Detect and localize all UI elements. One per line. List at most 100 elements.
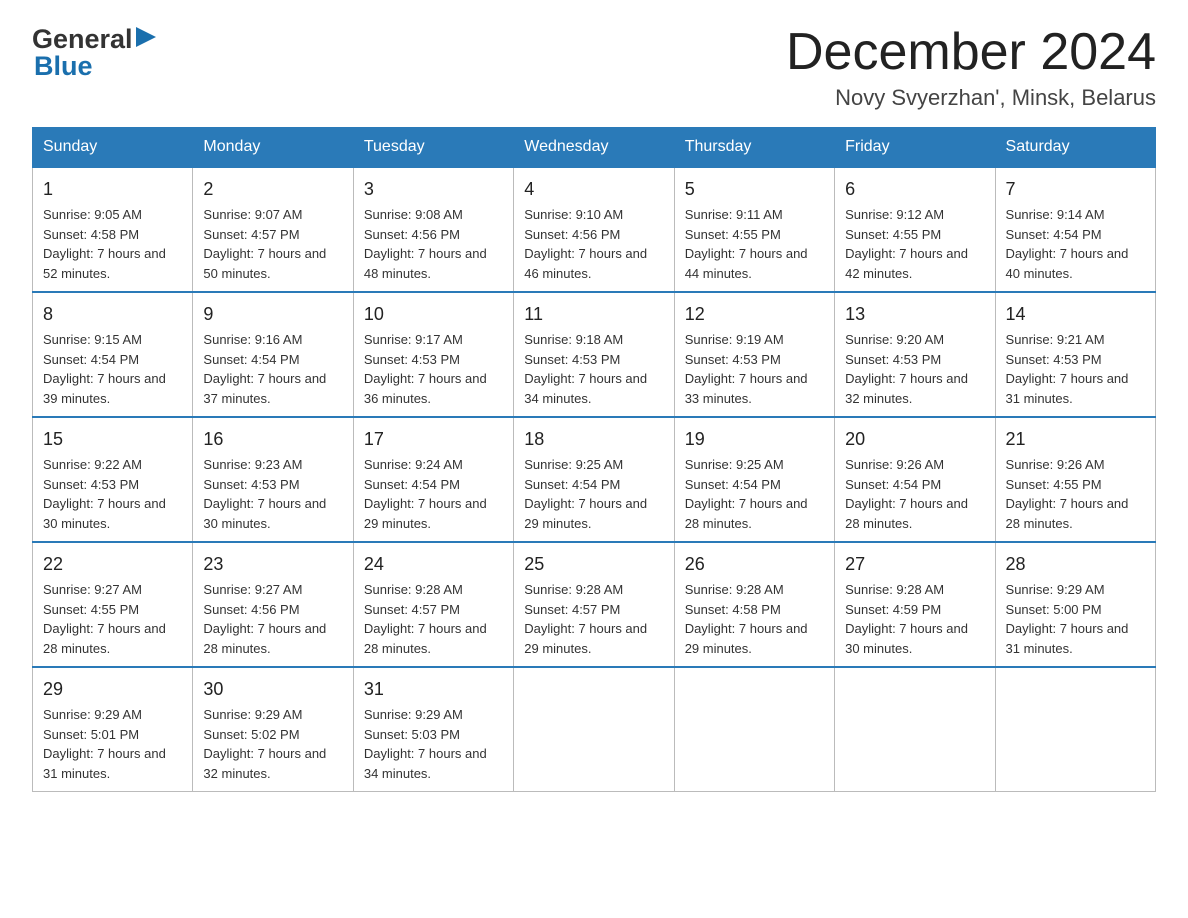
sunrise-text: Sunrise: 9:10 AM <box>524 207 623 222</box>
daylight-text: Daylight: 7 hours and 28 minutes. <box>685 496 808 531</box>
sunset-text: Sunset: 4:59 PM <box>845 602 941 617</box>
calendar-cell: 20Sunrise: 9:26 AMSunset: 4:54 PMDayligh… <box>835 417 995 542</box>
day-number: 16 <box>203 426 342 453</box>
sunrise-text: Sunrise: 9:14 AM <box>1006 207 1105 222</box>
calendar-week-row: 8Sunrise: 9:15 AMSunset: 4:54 PMDaylight… <box>33 292 1156 417</box>
daylight-text: Daylight: 7 hours and 34 minutes. <box>364 746 487 781</box>
day-number: 23 <box>203 551 342 578</box>
daylight-text: Daylight: 7 hours and 30 minutes. <box>203 496 326 531</box>
sunset-text: Sunset: 5:02 PM <box>203 727 299 742</box>
sunset-text: Sunset: 4:53 PM <box>364 352 460 367</box>
month-title: December 2024 <box>786 24 1156 81</box>
daylight-text: Daylight: 7 hours and 32 minutes. <box>845 371 968 406</box>
sunset-text: Sunset: 4:53 PM <box>43 477 139 492</box>
logo-triangle-icon <box>136 27 156 47</box>
day-number: 12 <box>685 301 824 328</box>
sunset-text: Sunset: 4:53 PM <box>524 352 620 367</box>
sunset-text: Sunset: 4:54 PM <box>43 352 139 367</box>
calendar-cell <box>514 667 674 792</box>
day-number: 2 <box>203 176 342 203</box>
day-number: 15 <box>43 426 182 453</box>
calendar-cell: 31Sunrise: 9:29 AMSunset: 5:03 PMDayligh… <box>353 667 513 792</box>
daylight-text: Daylight: 7 hours and 31 minutes. <box>1006 621 1129 656</box>
daylight-text: Daylight: 7 hours and 29 minutes. <box>364 496 487 531</box>
sunrise-text: Sunrise: 9:29 AM <box>1006 582 1105 597</box>
calendar-cell: 23Sunrise: 9:27 AMSunset: 4:56 PMDayligh… <box>193 542 353 667</box>
day-number: 18 <box>524 426 663 453</box>
sunset-text: Sunset: 4:54 PM <box>845 477 941 492</box>
sunrise-text: Sunrise: 9:05 AM <box>43 207 142 222</box>
sunrise-text: Sunrise: 9:08 AM <box>364 207 463 222</box>
calendar-body: 1Sunrise: 9:05 AMSunset: 4:58 PMDaylight… <box>33 167 1156 792</box>
title-block: December 2024 Novy Svyerzhan', Minsk, Be… <box>786 24 1156 111</box>
day-number: 31 <box>364 676 503 703</box>
sunrise-text: Sunrise: 9:20 AM <box>845 332 944 347</box>
sunset-text: Sunset: 4:54 PM <box>1006 227 1102 242</box>
calendar-cell: 6Sunrise: 9:12 AMSunset: 4:55 PMDaylight… <box>835 167 995 292</box>
calendar-cell <box>995 667 1155 792</box>
sunrise-text: Sunrise: 9:26 AM <box>1006 457 1105 472</box>
day-number: 3 <box>364 176 503 203</box>
sunrise-text: Sunrise: 9:28 AM <box>845 582 944 597</box>
sunset-text: Sunset: 4:54 PM <box>364 477 460 492</box>
calendar-cell: 26Sunrise: 9:28 AMSunset: 4:58 PMDayligh… <box>674 542 834 667</box>
sunset-text: Sunset: 4:56 PM <box>364 227 460 242</box>
days-of-week-row: SundayMondayTuesdayWednesdayThursdayFrid… <box>33 128 1156 168</box>
sunrise-text: Sunrise: 9:07 AM <box>203 207 302 222</box>
daylight-text: Daylight: 7 hours and 28 minutes. <box>845 496 968 531</box>
sunrise-text: Sunrise: 9:19 AM <box>685 332 784 347</box>
calendar-cell: 30Sunrise: 9:29 AMSunset: 5:02 PMDayligh… <box>193 667 353 792</box>
calendar-week-row: 1Sunrise: 9:05 AMSunset: 4:58 PMDaylight… <box>33 167 1156 292</box>
calendar-cell: 25Sunrise: 9:28 AMSunset: 4:57 PMDayligh… <box>514 542 674 667</box>
sunrise-text: Sunrise: 9:23 AM <box>203 457 302 472</box>
daylight-text: Daylight: 7 hours and 32 minutes. <box>203 746 326 781</box>
day-number: 27 <box>845 551 984 578</box>
sunset-text: Sunset: 4:53 PM <box>685 352 781 367</box>
calendar-cell: 17Sunrise: 9:24 AMSunset: 4:54 PMDayligh… <box>353 417 513 542</box>
day-number: 5 <box>685 176 824 203</box>
daylight-text: Daylight: 7 hours and 46 minutes. <box>524 246 647 281</box>
calendar-cell: 21Sunrise: 9:26 AMSunset: 4:55 PMDayligh… <box>995 417 1155 542</box>
day-number: 8 <box>43 301 182 328</box>
day-header-saturday: Saturday <box>995 128 1155 168</box>
day-number: 19 <box>685 426 824 453</box>
daylight-text: Daylight: 7 hours and 28 minutes. <box>43 621 166 656</box>
sunrise-text: Sunrise: 9:21 AM <box>1006 332 1105 347</box>
calendar-cell <box>835 667 995 792</box>
calendar-cell: 5Sunrise: 9:11 AMSunset: 4:55 PMDaylight… <box>674 167 834 292</box>
calendar-cell: 13Sunrise: 9:20 AMSunset: 4:53 PMDayligh… <box>835 292 995 417</box>
calendar-week-row: 22Sunrise: 9:27 AMSunset: 4:55 PMDayligh… <box>33 542 1156 667</box>
day-number: 7 <box>1006 176 1145 203</box>
calendar-cell: 10Sunrise: 9:17 AMSunset: 4:53 PMDayligh… <box>353 292 513 417</box>
sunset-text: Sunset: 4:55 PM <box>685 227 781 242</box>
day-number: 26 <box>685 551 824 578</box>
day-number: 25 <box>524 551 663 578</box>
sunset-text: Sunset: 4:56 PM <box>203 602 299 617</box>
calendar-cell: 12Sunrise: 9:19 AMSunset: 4:53 PMDayligh… <box>674 292 834 417</box>
calendar-table: SundayMondayTuesdayWednesdayThursdayFrid… <box>32 127 1156 792</box>
daylight-text: Daylight: 7 hours and 28 minutes. <box>1006 496 1129 531</box>
day-number: 20 <box>845 426 984 453</box>
calendar-cell: 16Sunrise: 9:23 AMSunset: 4:53 PMDayligh… <box>193 417 353 542</box>
day-header-sunday: Sunday <box>33 128 193 168</box>
sunrise-text: Sunrise: 9:24 AM <box>364 457 463 472</box>
sunset-text: Sunset: 4:55 PM <box>43 602 139 617</box>
sunset-text: Sunset: 4:55 PM <box>845 227 941 242</box>
day-number: 24 <box>364 551 503 578</box>
sunset-text: Sunset: 4:55 PM <box>1006 477 1102 492</box>
sunrise-text: Sunrise: 9:17 AM <box>364 332 463 347</box>
daylight-text: Daylight: 7 hours and 29 minutes. <box>524 496 647 531</box>
daylight-text: Daylight: 7 hours and 40 minutes. <box>1006 246 1129 281</box>
logo: General Blue <box>32 24 156 82</box>
daylight-text: Daylight: 7 hours and 31 minutes. <box>43 746 166 781</box>
calendar-cell: 11Sunrise: 9:18 AMSunset: 4:53 PMDayligh… <box>514 292 674 417</box>
day-number: 11 <box>524 301 663 328</box>
sunset-text: Sunset: 5:03 PM <box>364 727 460 742</box>
calendar-cell: 9Sunrise: 9:16 AMSunset: 4:54 PMDaylight… <box>193 292 353 417</box>
sunset-text: Sunset: 4:57 PM <box>364 602 460 617</box>
calendar-cell: 27Sunrise: 9:28 AMSunset: 4:59 PMDayligh… <box>835 542 995 667</box>
day-number: 22 <box>43 551 182 578</box>
sunrise-text: Sunrise: 9:18 AM <box>524 332 623 347</box>
day-header-thursday: Thursday <box>674 128 834 168</box>
daylight-text: Daylight: 7 hours and 30 minutes. <box>43 496 166 531</box>
